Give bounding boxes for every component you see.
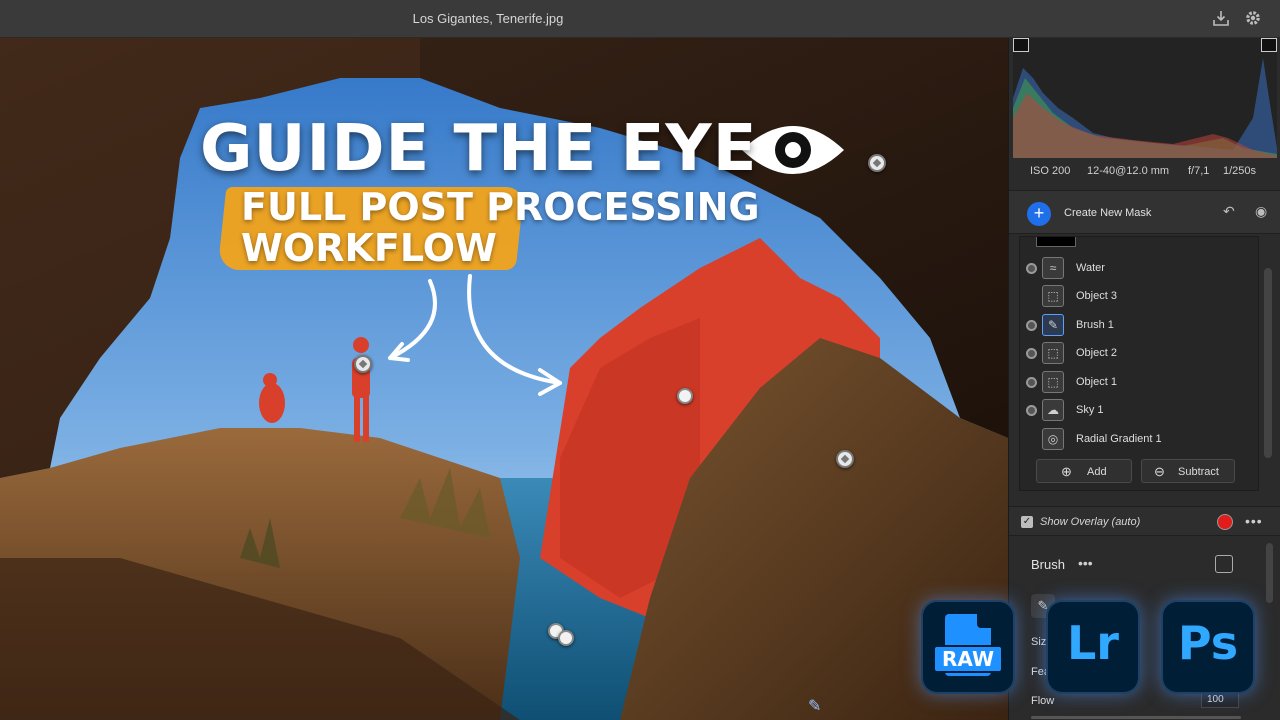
mask-toggle-icon[interactable] bbox=[1026, 405, 1037, 416]
panel-scrollbar[interactable] bbox=[1266, 543, 1273, 603]
thumbnail-headline: GUIDE THE EYE bbox=[200, 112, 758, 186]
mask-row-object-2[interactable]: ⬚ Object 2 bbox=[1020, 339, 1260, 367]
mask-swatch bbox=[1036, 237, 1076, 247]
raw-badge: RAW bbox=[921, 600, 1015, 694]
object-mask-icon: ⬚ bbox=[1042, 342, 1064, 364]
mask-name: Sky 1 bbox=[1076, 404, 1104, 416]
mask-toggle-icon[interactable] bbox=[1026, 348, 1037, 359]
flow-slider[interactable] bbox=[1031, 716, 1241, 719]
create-new-mask-label[interactable]: Create New Mask bbox=[1064, 207, 1151, 219]
mask-name: Object 2 bbox=[1076, 347, 1117, 359]
mask-list: ≈ Water ⬚ Object 3 ✎ Brush 1 ⬚ Object 2 … bbox=[1019, 236, 1259, 491]
mask-pin[interactable] bbox=[868, 154, 886, 172]
overlay-more-icon[interactable]: ••• bbox=[1245, 513, 1263, 529]
subtract-icon: ⊖ bbox=[1154, 464, 1165, 479]
visibility-eye-icon[interactable]: ◉ bbox=[1255, 203, 1267, 220]
photoshop-label: Ps bbox=[1177, 616, 1239, 670]
add-icon: ⊕ bbox=[1061, 464, 1072, 479]
object-mask-icon: ⬚ bbox=[1042, 285, 1064, 307]
mask-row-water[interactable]: ≈ Water bbox=[1020, 254, 1260, 282]
iso-value: ISO 200 bbox=[1030, 165, 1071, 177]
photo-canvas[interactable]: GUIDE THE EYE FULL POST PROCESSING WORKF… bbox=[0, 38, 1008, 720]
raw-label: RAW bbox=[933, 645, 1003, 673]
histogram bbox=[1013, 38, 1277, 158]
show-overlay-row[interactable]: ✓ Show Overlay (auto) ••• bbox=[1009, 506, 1280, 536]
mask-list-scrollbar[interactable] bbox=[1264, 268, 1272, 458]
invert-mask-icon[interactable] bbox=[1215, 555, 1233, 573]
exif-info: ISO 200 12-40@12.0 mm f/7,1 1/250s bbox=[1009, 160, 1280, 184]
title-bar: Los Gigantes, Tenerife.jpg bbox=[0, 0, 1280, 38]
window-title: Los Gigantes, Tenerife.jpg bbox=[412, 11, 564, 26]
mask-name: Object 3 bbox=[1076, 290, 1117, 302]
sky-mask-icon: ☁ bbox=[1042, 399, 1064, 421]
object-mask-icon: ⬚ bbox=[1042, 371, 1064, 393]
brush-more-icon[interactable]: ••• bbox=[1078, 555, 1093, 571]
thumbnail-subline-2: WORKFLOW bbox=[241, 226, 497, 270]
shadow-clipping-icon[interactable] bbox=[1013, 38, 1029, 52]
photoshop-badge: Ps bbox=[1161, 600, 1255, 694]
subtract-label: Subtract bbox=[1178, 466, 1219, 478]
mask-toggle-icon[interactable] bbox=[1026, 320, 1037, 331]
lightroom-label: Lr bbox=[1067, 616, 1119, 670]
flow-label: Flow bbox=[1031, 695, 1055, 707]
gear-icon[interactable] bbox=[1243, 9, 1263, 29]
mask-pin[interactable] bbox=[354, 355, 372, 373]
mask-name: Water bbox=[1076, 262, 1105, 274]
mask-row-sky-1[interactable]: ☁ Sky 1 bbox=[1020, 396, 1260, 424]
overlay-label: Show Overlay (auto) bbox=[1040, 516, 1141, 528]
brush-title: Brush bbox=[1031, 557, 1065, 572]
overlay-checkbox[interactable]: ✓ bbox=[1021, 516, 1033, 528]
brush-mask-icon: ✎ bbox=[1042, 314, 1064, 336]
lens-value: 12-40@12.0 mm bbox=[1087, 165, 1170, 177]
flow-value-input[interactable]: 100 bbox=[1201, 692, 1239, 708]
radial-gradient-icon: ◎ bbox=[1042, 428, 1064, 450]
subtract-mask-button[interactable]: ⊖ Subtract bbox=[1141, 459, 1235, 483]
mask-row-object-1[interactable]: ⬚ Object 1 bbox=[1020, 368, 1260, 396]
mask-pin[interactable] bbox=[836, 450, 854, 468]
mask-toggle-icon[interactable] bbox=[1026, 263, 1037, 274]
aperture-value: f/7,1 bbox=[1188, 165, 1210, 177]
reset-icon[interactable]: ↶ bbox=[1223, 203, 1235, 220]
create-mask-plus-icon[interactable]: + bbox=[1027, 202, 1051, 226]
mask-pin[interactable] bbox=[558, 630, 574, 646]
lightroom-badge: Lr bbox=[1046, 600, 1140, 694]
water-mask-icon: ≈ bbox=[1042, 257, 1064, 279]
mask-row-radial-gradient-1[interactable]: ◎ Radial Gradient 1 bbox=[1020, 425, 1260, 453]
overlay-color-swatch[interactable] bbox=[1217, 514, 1233, 530]
mask-row-brush-1[interactable]: ✎ Brush 1 bbox=[1020, 311, 1260, 339]
mask-pin-selected[interactable] bbox=[677, 388, 693, 404]
masking-header: + Create New Mask ↶ ◉ bbox=[1009, 190, 1280, 234]
mask-toggle-icon[interactable] bbox=[1026, 377, 1037, 388]
export-icon[interactable] bbox=[1211, 9, 1231, 29]
highlight-clipping-icon[interactable] bbox=[1261, 38, 1277, 52]
brush-pin-icon[interactable]: ✎ bbox=[808, 696, 821, 716]
mask-name: Object 1 bbox=[1076, 376, 1117, 388]
shutter-value: 1/250s bbox=[1223, 165, 1257, 177]
mask-row-object-3[interactable]: ⬚ Object 3 bbox=[1020, 282, 1260, 310]
add-mask-button[interactable]: ⊕ Add bbox=[1036, 459, 1132, 483]
mask-name: Brush 1 bbox=[1076, 319, 1114, 331]
add-label: Add bbox=[1087, 466, 1107, 478]
thumbnail-subline-1: FULL POST PROCESSING bbox=[241, 185, 760, 229]
mask-name: Radial Gradient 1 bbox=[1076, 433, 1162, 445]
